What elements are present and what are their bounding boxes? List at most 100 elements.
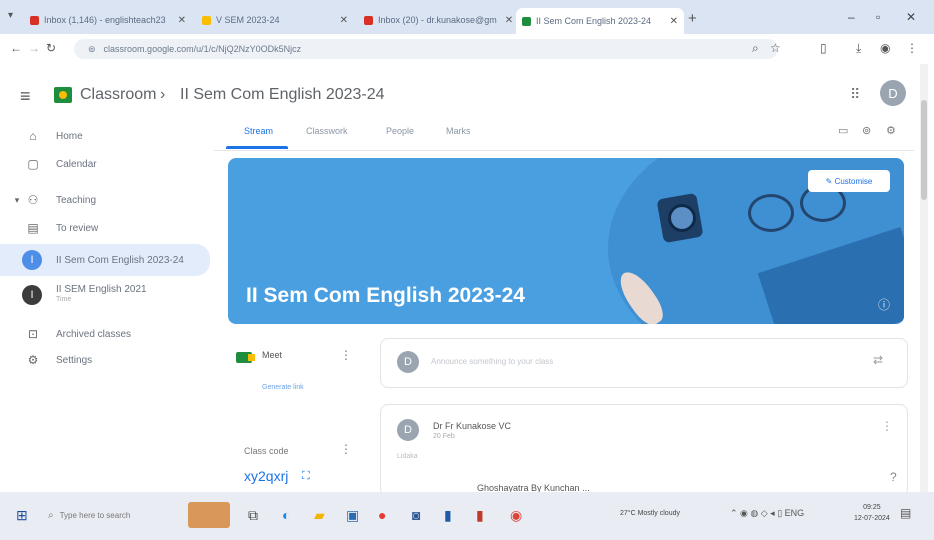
- sidebar-item-class-current[interactable]: I II Sem Com English 2023-24: [0, 244, 210, 276]
- sidebar-item-class-2021[interactable]: I II SEM English 2021 Time: [0, 278, 210, 312]
- author-avatar: D: [397, 419, 419, 441]
- sidebar-item-sublabel: Time: [56, 296, 72, 303]
- browser-tab-1[interactable]: Inbox (1,146) - englishteach23 ✕: [24, 9, 192, 31]
- classroom-logo[interactable]: [54, 87, 72, 103]
- browser-tab-3[interactable]: Inbox (20) - dr.kunakose@gm ✕: [358, 9, 514, 31]
- browser-menu-icon[interactable]: ▾: [8, 10, 13, 21]
- powerpoint-icon[interactable]: ▮: [476, 507, 484, 524]
- file-explorer-icon[interactable]: ▰: [314, 507, 325, 524]
- maximize-icon[interactable]: ▫: [876, 10, 880, 24]
- glasses-illustration: [748, 194, 794, 232]
- class-avatar: I: [22, 250, 42, 270]
- close-tab-icon[interactable]: ✕: [170, 15, 186, 26]
- sidebar-item-label: Home: [56, 130, 83, 142]
- calendar-icon[interactable]: ▭: [838, 124, 848, 137]
- taskbar-search[interactable]: ⌕ Type here to search: [44, 503, 174, 527]
- tab-classwork[interactable]: Classwork: [306, 126, 348, 136]
- bookmark-star-icon[interactable]: ☆: [770, 41, 781, 55]
- sidebar-item-archived[interactable]: ⊡ Archived classes: [0, 320, 210, 348]
- site-info-icon[interactable]: ⊜: [88, 44, 96, 55]
- classroom-page: ≡ Classroom › II Sem Com English 2023-24…: [0, 64, 934, 496]
- browser-tab-2[interactable]: V SEM 2023-24 ✕: [196, 9, 354, 31]
- sidebar-item-label: II Sem Com English 2023-24: [56, 254, 184, 266]
- back-icon[interactable]: ←: [10, 41, 22, 55]
- browser-tab-bar: ▾ Inbox (1,146) - englishteach23 ✕ V SEM…: [0, 0, 934, 34]
- system-clock[interactable]: 09:25 12-07-2024: [854, 502, 890, 524]
- sidebar-item-settings[interactable]: ⚙ Settings: [0, 346, 210, 374]
- home-icon: ⌂: [29, 129, 37, 143]
- forward-icon[interactable]: →: [28, 41, 40, 55]
- download-icon[interactable]: ⤓: [856, 41, 861, 56]
- drive-folder-icon[interactable]: ⊚: [862, 124, 871, 137]
- minimize-icon[interactable]: –: [848, 10, 855, 24]
- weather-text[interactable]: 27°C Mostly cloudy: [620, 510, 680, 517]
- scrollbar-thumb[interactable]: [921, 100, 927, 200]
- meet-label: Meet: [262, 350, 283, 360]
- tab-title: Inbox (1,146) - englishteach23: [44, 15, 166, 25]
- class-settings-icon[interactable]: ⚙: [886, 124, 896, 137]
- close-window-icon[interactable]: ✕: [906, 10, 916, 24]
- browser-tab-4[interactable]: II Sem Com English 2023-24 ✕: [516, 8, 684, 34]
- class-title: II Sem Com English 2023-24: [180, 86, 385, 103]
- windows-start-icon[interactable]: ⊞: [16, 507, 28, 524]
- chevron-down-icon[interactable]: ▾: [10, 195, 24, 206]
- announce-box[interactable]: D Announce something to your class ⇄: [380, 338, 908, 388]
- profile-icon[interactable]: ◉: [880, 41, 890, 55]
- edge-icon[interactable]: ◐: [282, 507, 290, 523]
- reload-icon[interactable]: ↻: [46, 41, 56, 55]
- search-icon[interactable]: ⌕: [752, 41, 759, 56]
- account-avatar[interactable]: D: [880, 80, 906, 106]
- meet-more-icon[interactable]: ⋮: [340, 348, 352, 362]
- clock-date: 12-07-2024: [854, 515, 890, 522]
- generate-link[interactable]: Generate link: [262, 384, 304, 391]
- sidebar-item-calendar[interactable]: ▢ Calendar: [0, 150, 210, 178]
- sidebar-item-to-review[interactable]: ▤ To review: [0, 214, 210, 242]
- search-icon: ⌕: [48, 509, 54, 521]
- news-widget-icon[interactable]: [188, 502, 230, 528]
- archive-icon: ⊡: [27, 327, 39, 341]
- tab-title: II Sem Com English 2023-24: [536, 16, 652, 26]
- sidebar-item-label: II SEM English 2021: [56, 284, 147, 295]
- chrome-icon[interactable]: ◉: [510, 507, 522, 524]
- customise-button[interactable]: ✎ Customise: [808, 170, 890, 192]
- close-tab-icon[interactable]: ✕: [497, 15, 513, 26]
- tab-stream[interactable]: Stream: [244, 126, 273, 136]
- tab-people[interactable]: People: [386, 126, 414, 136]
- sidebar-item-home[interactable]: ⌂ Home: [0, 122, 210, 150]
- store-icon[interactable]: ▣: [346, 507, 359, 524]
- post-more-icon[interactable]: ⋮: [881, 419, 893, 433]
- tab-title: V SEM 2023-24: [216, 15, 280, 25]
- system-tray-icons[interactable]: ⌃ ◉ ◍ ◇ ◂ ▯ ENG: [730, 508, 804, 519]
- language-indicator[interactable]: ENG: [785, 508, 805, 518]
- classroom-icon: [522, 16, 531, 26]
- close-tab-icon[interactable]: ✕: [332, 15, 348, 26]
- address-bar[interactable]: ⊜ classroom.google.com/u/1/c/NjQ2NzY0ODk…: [74, 39, 778, 59]
- help-icon[interactable]: ?: [890, 470, 897, 484]
- tab-marks[interactable]: Marks: [446, 126, 471, 136]
- stream-post: D Dr Fr Kunakose VC 20 Feb ⋮ Lidaka Ghos…: [380, 404, 908, 496]
- main-menu-icon[interactable]: ≡: [20, 86, 31, 107]
- new-tab-button[interactable]: +: [688, 10, 697, 27]
- class-avatar: I: [22, 285, 42, 305]
- active-tab-indicator: [226, 146, 288, 149]
- close-tab-icon[interactable]: ✕: [662, 16, 678, 27]
- browser-more-icon[interactable]: ⋮: [906, 41, 918, 55]
- outlook-icon[interactable]: ◙: [412, 507, 420, 523]
- app-icon[interactable]: ●: [378, 507, 386, 523]
- word-icon[interactable]: ▮: [444, 507, 452, 524]
- sidebar-item-teaching[interactable]: ▾ ⚇ Teaching: [0, 186, 210, 214]
- sidebar-item-label: Settings: [56, 354, 93, 366]
- class-code-more-icon[interactable]: ⋮: [340, 442, 352, 456]
- task-view-icon[interactable]: ⧉: [248, 507, 258, 524]
- info-icon[interactable]: ⓘ: [878, 296, 890, 313]
- post-date: 20 Feb: [433, 433, 455, 440]
- apps-grid-icon[interactable]: ⠿: [850, 86, 860, 103]
- notification-icon[interactable]: ▤: [900, 506, 911, 520]
- app-title[interactable]: Classroom: [80, 86, 156, 104]
- fullscreen-icon[interactable]: ⛶: [302, 470, 310, 483]
- review-folder-icon: ▤: [27, 221, 39, 235]
- sidepanel-icon[interactable]: ▯: [820, 41, 827, 55]
- url-text: classroom.google.com/u/1/c/NjQ2NzY0ODk5N…: [103, 44, 302, 54]
- post-text: Lidaka: [397, 453, 418, 460]
- repost-icon[interactable]: ⇄: [873, 353, 883, 367]
